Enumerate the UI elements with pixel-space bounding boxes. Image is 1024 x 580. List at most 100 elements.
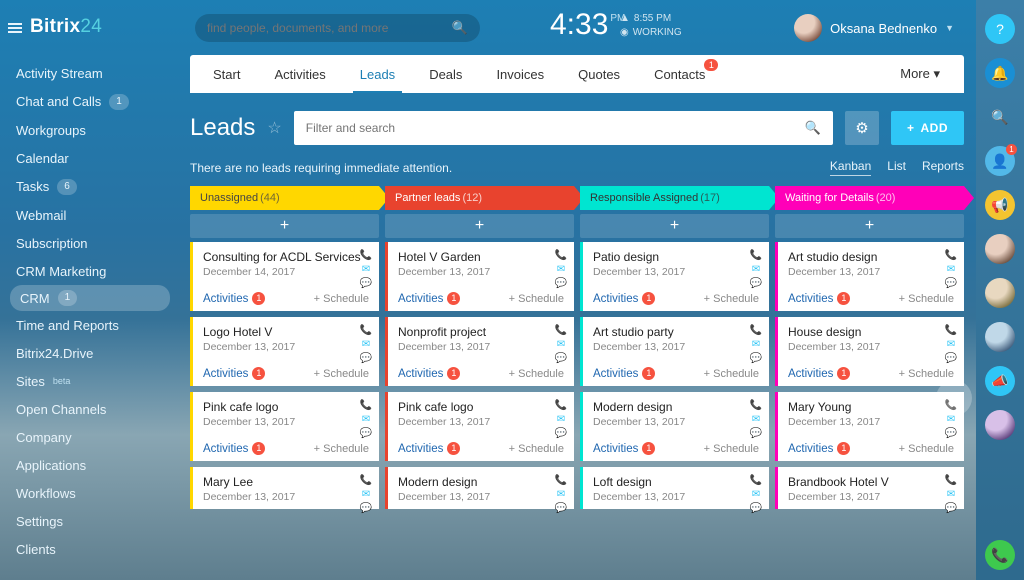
schedule-link[interactable]: + Schedule [899, 443, 954, 455]
chat-icon[interactable]: 💬 [359, 278, 373, 289]
phone-icon[interactable]: 📞 [359, 400, 373, 411]
contact-avatar[interactable] [985, 322, 1015, 352]
loudspeaker-button[interactable]: 📣 [985, 366, 1015, 396]
lead-card[interactable]: 📞✉💬Modern designDecember 13, 2017 [385, 467, 574, 509]
global-search-input[interactable] [207, 21, 452, 35]
activities-link[interactable]: Activities [593, 293, 638, 305]
tab[interactable]: Invoices [479, 55, 561, 93]
phone-icon[interactable]: 📞 [749, 250, 763, 261]
chat-icon[interactable]: 💬 [749, 428, 763, 439]
phone-icon[interactable]: 📞 [359, 475, 373, 486]
schedule-link[interactable]: + Schedule [899, 368, 954, 380]
sidebar-item[interactable]: Bitrix24.Drive [0, 339, 180, 367]
sidebar-item[interactable]: Calendar [0, 144, 180, 172]
sidebar-item[interactable]: Applications [0, 451, 180, 479]
search-button[interactable]: 🔍 [985, 102, 1015, 132]
notifications-button[interactable]: 🔔 [985, 58, 1015, 88]
sidebar-item[interactable]: Webmail [0, 201, 180, 229]
activities-link[interactable]: Activities [788, 368, 833, 380]
chat-icon[interactable]: 💬 [554, 353, 568, 364]
mail-icon[interactable]: ✉ [749, 339, 763, 350]
global-search[interactable]: 🔍 [195, 14, 480, 42]
megaphone-button[interactable]: 📢 [985, 190, 1015, 220]
lead-card[interactable]: 📞✉💬Hotel V GardenDecember 13, 2017Activi… [385, 242, 574, 311]
schedule-link[interactable]: + Schedule [509, 293, 564, 305]
column-header[interactable]: Responsible Assigned (17) [580, 186, 769, 210]
lead-card[interactable]: 📞✉💬Brandbook Hotel VDecember 13, 2017 [775, 467, 964, 509]
add-card-button[interactable]: + [190, 214, 379, 238]
phone-icon[interactable]: 📞 [749, 475, 763, 486]
filter-search[interactable]: 🔍 [294, 111, 833, 145]
mail-icon[interactable]: ✉ [944, 339, 958, 350]
lead-card[interactable]: 📞✉💬Logo Hotel VDecember 13, 2017Activiti… [190, 317, 379, 386]
sidebar-item[interactable]: Open Channels [0, 395, 180, 423]
view-reports[interactable]: Reports [922, 159, 964, 176]
mail-icon[interactable]: ✉ [554, 489, 568, 500]
phone-icon[interactable]: 📞 [944, 250, 958, 261]
mail-icon[interactable]: ✉ [749, 264, 763, 275]
view-kanban[interactable]: Kanban [830, 159, 871, 176]
mail-icon[interactable]: ✉ [359, 264, 373, 275]
phone-icon[interactable]: 📞 [554, 250, 568, 261]
activities-link[interactable]: Activities [203, 443, 248, 455]
phone-icon[interactable]: 📞 [944, 475, 958, 486]
schedule-link[interactable]: + Schedule [509, 368, 564, 380]
chat-icon[interactable]: 💬 [554, 503, 568, 514]
chat-icon[interactable]: 💬 [944, 278, 958, 289]
lead-card[interactable]: 📞✉💬Nonprofit projectDecember 13, 2017Act… [385, 317, 574, 386]
lead-card[interactable]: 📞✉💬Mary LeeDecember 13, 2017 [190, 467, 379, 509]
sidebar-item[interactable]: Settings [0, 507, 180, 535]
menu-toggle-icon[interactable] [8, 21, 22, 35]
schedule-link[interactable]: + Schedule [314, 293, 369, 305]
mail-icon[interactable]: ✉ [359, 489, 373, 500]
activities-link[interactable]: Activities [788, 443, 833, 455]
schedule-link[interactable]: + Schedule [314, 368, 369, 380]
mail-icon[interactable]: ✉ [554, 264, 568, 275]
chat-icon[interactable]: 💬 [749, 278, 763, 289]
sidebar-item[interactable]: Time and Reports [0, 311, 180, 339]
mail-icon[interactable]: ✉ [554, 414, 568, 425]
tab[interactable]: Start [196, 55, 257, 93]
sidebar-item[interactable]: Chat and Calls1 [0, 87, 180, 116]
tab[interactable]: Deals [412, 55, 479, 93]
activities-link[interactable]: Activities [593, 368, 638, 380]
sidebar-item[interactable]: CRM1 [10, 285, 170, 311]
brand-logo[interactable]: Bitrix24 [30, 16, 102, 38]
lead-card[interactable]: 📞✉💬Art studio partyDecember 13, 2017Acti… [580, 317, 769, 386]
sidebar-item[interactable]: Activity Stream [0, 59, 180, 87]
schedule-link[interactable]: + Schedule [314, 443, 369, 455]
phone-icon[interactable]: 📞 [944, 325, 958, 336]
schedule-link[interactable]: + Schedule [704, 368, 759, 380]
mail-icon[interactable]: ✉ [944, 264, 958, 275]
sidebar-item[interactable]: Tasks6 [0, 172, 180, 201]
tab[interactable]: Leads [343, 55, 412, 93]
sidebar-item[interactable]: Company [0, 423, 180, 451]
sidebar-item[interactable]: Workgroups [0, 116, 180, 144]
chat-icon[interactable]: 💬 [944, 503, 958, 514]
phone-icon[interactable]: 📞 [554, 400, 568, 411]
add-card-button[interactable]: + [580, 214, 769, 238]
sidebar-item[interactable]: CRM Marketing [0, 257, 180, 285]
activities-link[interactable]: Activities [398, 368, 443, 380]
person-button[interactable]: 👤1 [985, 146, 1015, 176]
chat-icon[interactable]: 💬 [359, 428, 373, 439]
phone-icon[interactable]: 📞 [359, 250, 373, 261]
tabs-more[interactable]: More ▾ [900, 66, 958, 82]
phone-icon[interactable]: 📞 [359, 325, 373, 336]
mail-icon[interactable]: ✉ [359, 414, 373, 425]
favorite-star-icon[interactable]: ☆ [267, 118, 281, 138]
column-header[interactable]: Waiting for Details (20) [775, 186, 964, 210]
chat-icon[interactable]: 💬 [359, 353, 373, 364]
filter-input[interactable] [306, 121, 805, 135]
chat-icon[interactable]: 💬 [359, 503, 373, 514]
column-header[interactable]: Unassigned (44) [190, 186, 379, 210]
chat-icon[interactable]: 💬 [554, 428, 568, 439]
tab[interactable]: Activities [257, 55, 342, 93]
lead-card[interactable]: 📞✉💬Art studio designDecember 13, 2017Act… [775, 242, 964, 311]
help-button[interactable]: ? [985, 14, 1015, 44]
sidebar-item[interactable]: Workflows [0, 479, 180, 507]
add-card-button[interactable]: + [385, 214, 574, 238]
phone-icon[interactable]: 📞 [554, 325, 568, 336]
lead-card[interactable]: 📞✉💬House designDecember 13, 2017Activiti… [775, 317, 964, 386]
chat-icon[interactable]: 💬 [944, 353, 958, 364]
